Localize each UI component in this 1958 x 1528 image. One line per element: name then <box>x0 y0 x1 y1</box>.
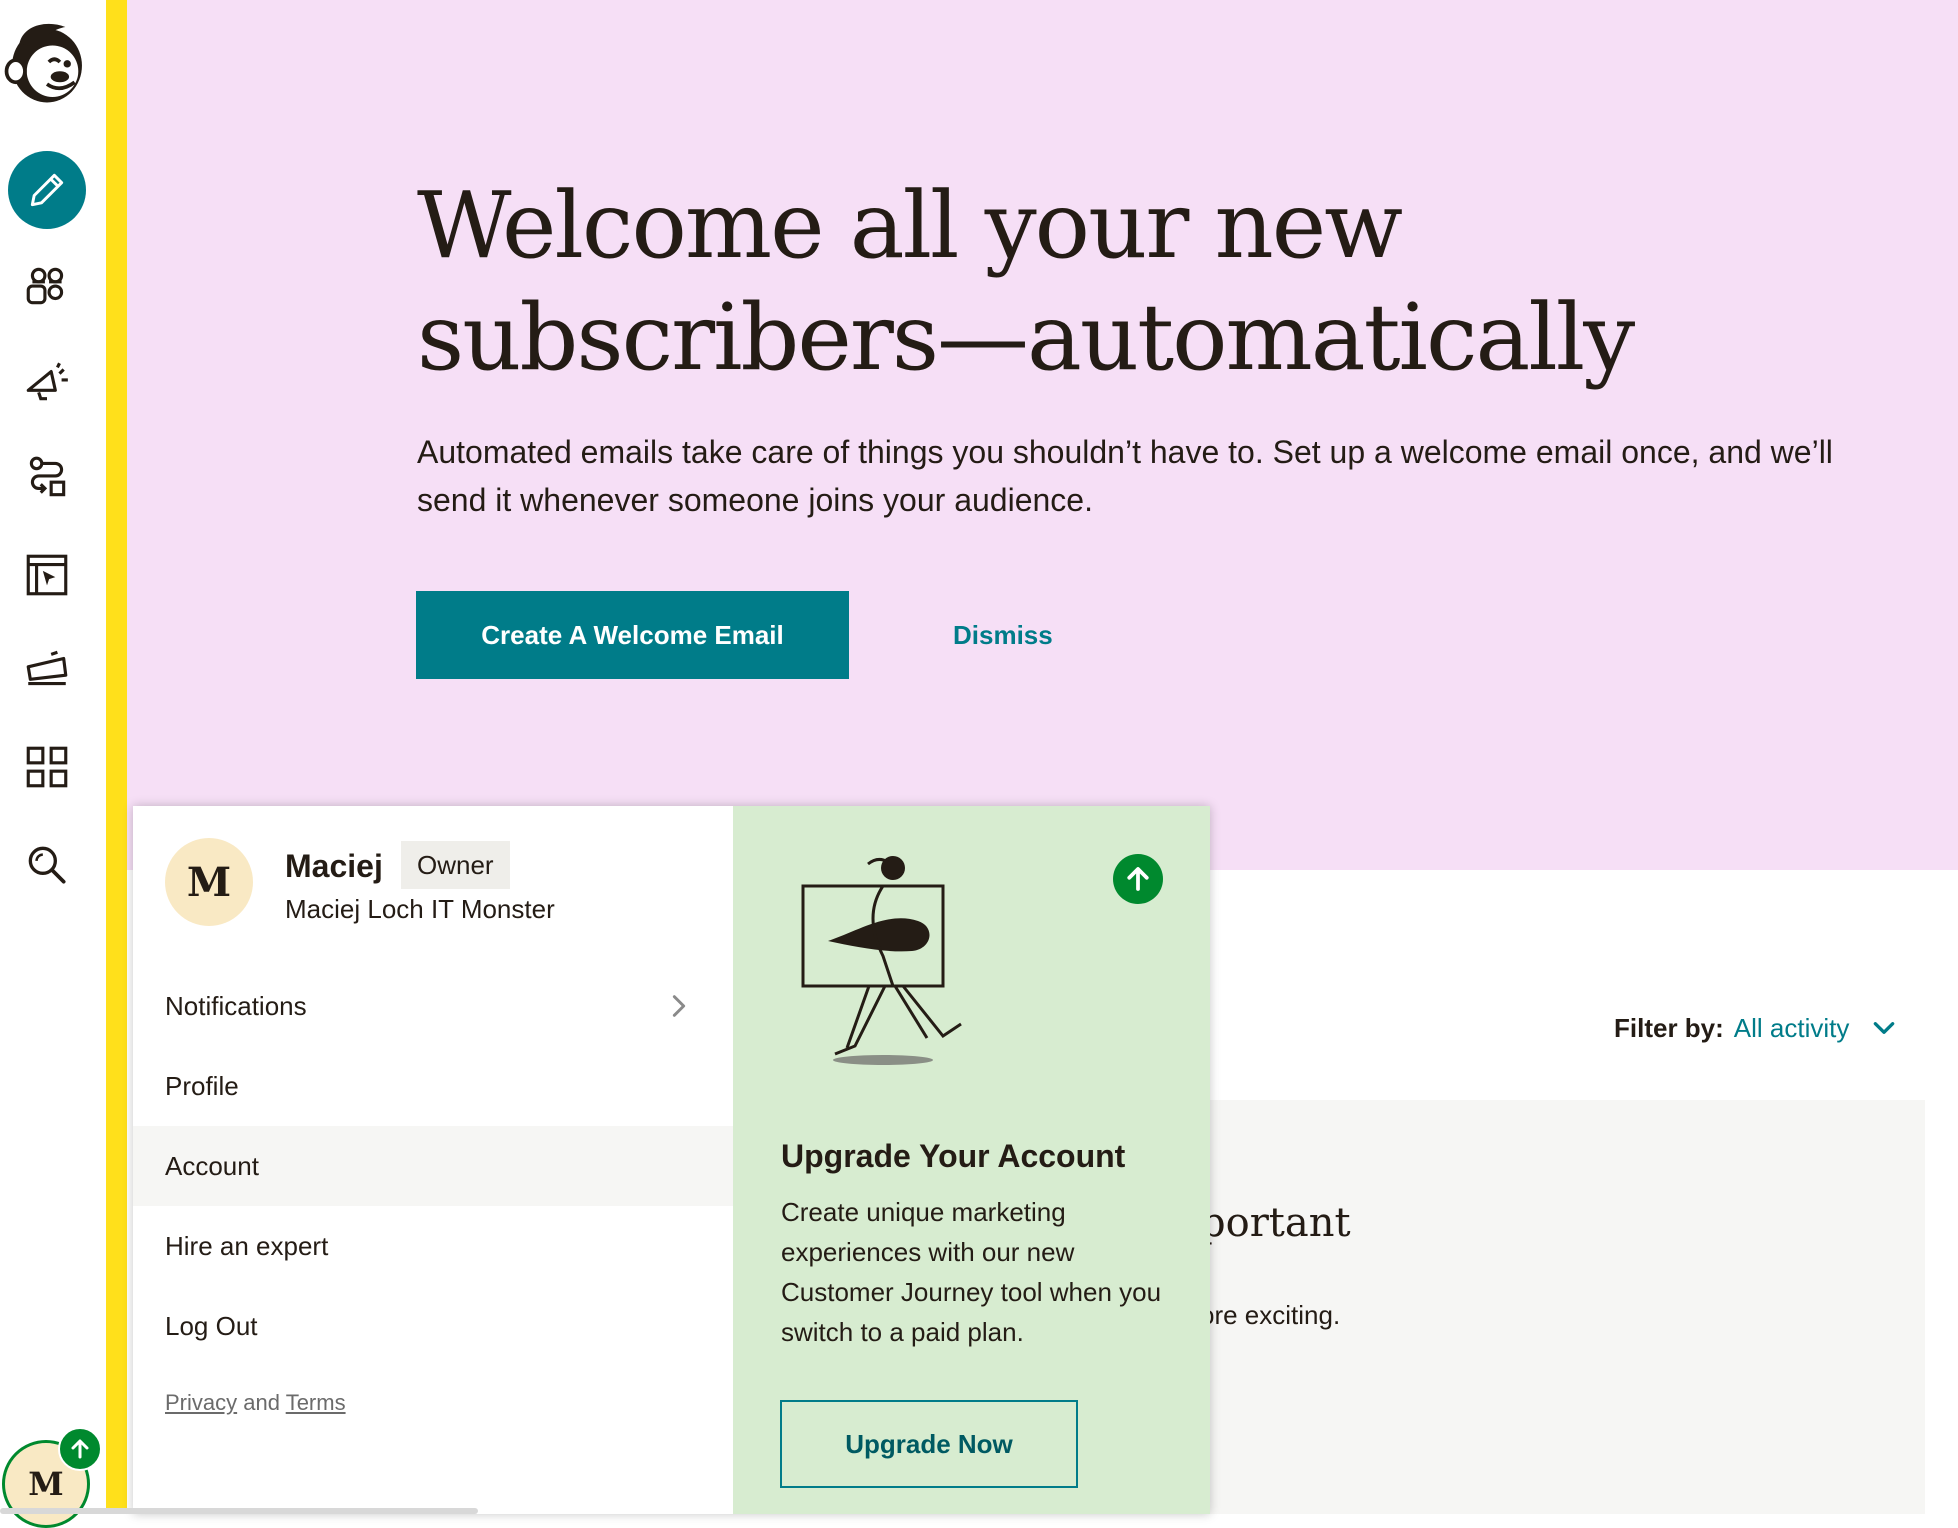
nav-integrations[interactable] <box>0 727 94 807</box>
create-welcome-email-button[interactable]: Create A Welcome Email <box>416 591 849 679</box>
nav-website[interactable] <box>0 535 94 615</box>
nav-create-circle <box>8 151 86 229</box>
nav-campaigns[interactable] <box>0 342 94 422</box>
mailchimp-logo[interactable] <box>0 12 94 112</box>
nav-automations[interactable] <box>0 438 94 518</box>
arrow-up-icon <box>71 1439 89 1459</box>
filter-label: Filter by: <box>1614 1012 1724 1043</box>
nav-create[interactable] <box>0 150 94 230</box>
upgrade-panel: Upgrade Your Account Create unique marke… <box>733 806 1210 1514</box>
privacy-link[interactable]: Privacy <box>165 1390 237 1415</box>
grid-icon <box>26 746 68 788</box>
audience-icon <box>26 267 64 305</box>
dismiss-button[interactable]: Dismiss <box>953 591 1053 679</box>
megaphone-icon <box>26 362 68 401</box>
menu-item-hire-expert[interactable]: Hire an expert <box>133 1206 733 1286</box>
freddie-logo-icon <box>4 23 82 103</box>
rail-accent-stripe <box>106 0 127 1514</box>
website-cursor-icon <box>26 554 68 596</box>
upgrade-arrow-icon <box>1113 854 1163 904</box>
account-dropdown: M Maciej Owner Maciej Loch IT Monster No… <box>133 806 1210 1514</box>
legal-links: Privacy and Terms <box>165 1390 346 1416</box>
banner-description: Automated emails take care of things you… <box>417 434 1833 518</box>
upgrade-now-button[interactable]: Upgrade Now <box>780 1400 1078 1488</box>
upgrade-title: Upgrade Your Account <box>781 1138 1126 1174</box>
chevron-right-icon <box>672 995 686 1017</box>
menu-item-label: Hire an expert <box>165 1230 329 1261</box>
chevron-down-icon[interactable] <box>1871 1015 1897 1041</box>
menu-item-account[interactable]: Account <box>133 1126 733 1206</box>
filter-value[interactable]: All activity <box>1734 1013 1850 1044</box>
horizontal-scrollbar[interactable] <box>0 1508 478 1514</box>
search-icon <box>28 846 66 884</box>
menu-item-profile[interactable]: Profile <box>133 1046 733 1126</box>
automation-icon <box>29 456 66 497</box>
activity-text: ore exciting. <box>1200 1300 1341 1330</box>
legal-and: and <box>243 1390 280 1415</box>
account-menu-panel: M Maciej Owner Maciej Loch IT Monster No… <box>133 806 733 1514</box>
menu-item-notifications[interactable]: Notifications <box>133 966 733 1046</box>
account-avatar: M <box>165 838 253 926</box>
menu-item-label: Notifications <box>165 990 307 1021</box>
terms-link[interactable]: Terms <box>286 1390 346 1415</box>
nav-search[interactable] <box>0 825 94 905</box>
nav-audience[interactable] <box>0 246 94 326</box>
activity-heading: portant <box>1200 1200 1351 1246</box>
nav-rail <box>0 0 106 1514</box>
menu-item-label: Profile <box>165 1070 239 1101</box>
account-name: Maciej <box>285 848 383 884</box>
content-icon <box>26 650 68 686</box>
upgrade-illustration <box>801 856 962 1065</box>
menu-item-label: Log Out <box>165 1310 258 1341</box>
organization-name: Maciej Loch IT Monster <box>285 894 555 924</box>
upgrade-badge-icon <box>58 1427 102 1471</box>
menu-item-label: Account <box>165 1150 259 1181</box>
upgrade-description: Create unique marketing experiences with… <box>781 1197 1162 1347</box>
banner-title: Welcome all your new subscribers—automat… <box>417 172 1635 391</box>
pencil-icon <box>30 173 64 207</box>
arrow-up-icon <box>1127 867 1149 891</box>
welcome-banner: Welcome all your new subscribers—automat… <box>127 0 1958 870</box>
activity-filter[interactable]: Filter by: All activity <box>1614 1006 1897 1050</box>
role-badge: Owner <box>401 841 510 889</box>
nav-content[interactable] <box>0 631 94 711</box>
menu-item-log-out[interactable]: Log Out <box>133 1286 733 1366</box>
